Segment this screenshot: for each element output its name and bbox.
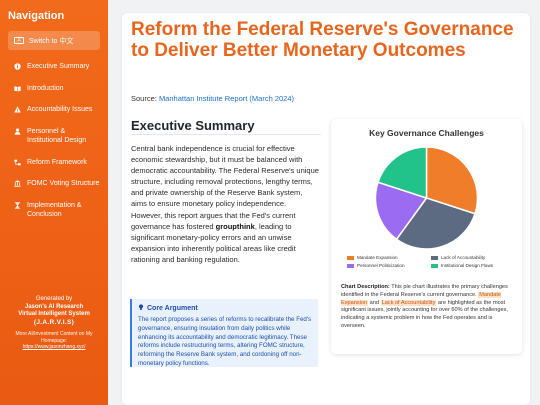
legend-swatch	[431, 255, 438, 260]
section-divider	[131, 134, 321, 135]
chart-description-label: Chart Description:	[341, 284, 390, 290]
sidebar: Navigation 文 Switch to 中文 Executive Summ…	[0, 0, 108, 405]
legend-row: Mandate Expansion Lack of Accountability	[347, 255, 517, 260]
legend-row: Personnel Politicization Institutional De…	[347, 263, 517, 268]
legend-label: Institutional Design Flaws	[441, 263, 494, 268]
legend-item[interactable]: Personnel Politicization	[347, 263, 419, 268]
network-icon	[14, 159, 21, 166]
sidebar-item-reform-framework[interactable]: Reform Framework	[8, 158, 100, 168]
sidebar-item-label: Implementation & Conclusion	[27, 201, 82, 219]
sidebar-item-personnel[interactable]: Personnel & Institutional Design	[8, 127, 100, 146]
legend-swatch	[431, 263, 438, 268]
page-title: Reform the Federal Reserve's Governance …	[131, 19, 514, 61]
language-switch-button[interactable]: 文 Switch to 中文	[8, 31, 100, 50]
legend-label: Mandate Expansion	[357, 255, 398, 260]
chart-title: Key Governance Challenges	[369, 128, 484, 138]
sidebar-item-label: Personnel & Institutional Design	[27, 127, 87, 145]
chart-description: Chart Description: This pie chart illust…	[341, 284, 513, 331]
legend-item[interactable]: Institutional Design Flaws	[431, 263, 503, 268]
bank-icon	[14, 180, 21, 187]
credits-line: Generated by	[35, 296, 73, 302]
sidebar-item-label: Executive Summary	[27, 63, 90, 70]
credits-line: Virtual Intelligent System	[18, 311, 90, 317]
core-argument-text: The report proposes a series of reforms …	[138, 316, 312, 367]
source-prefix: Source:	[131, 94, 159, 103]
lightbulb-icon	[138, 304, 144, 313]
core-argument-title: Core Argument	[147, 305, 198, 312]
body-text-bold: groupthink	[215, 221, 255, 231]
source-link[interactable]: Manhattan Institute Report (March 2024)	[159, 94, 294, 103]
sidebar-item-fomc-voting[interactable]: FOMC Voting Structure	[8, 179, 100, 189]
sidebar-item-implementation[interactable]: Implementation & Conclusion	[8, 201, 100, 220]
chart-description-text: and	[368, 299, 381, 306]
pie-chart	[374, 146, 479, 250]
highlight-lack-of-accountability: Lack of Accountability	[380, 299, 437, 306]
legend-swatch	[347, 263, 354, 268]
sidebar-item-label: Reform Framework	[27, 158, 87, 166]
homepage-link[interactable]: https://www.jasonzhang.xyz/	[6, 344, 102, 352]
language-icon: 文	[14, 37, 24, 44]
person-icon	[14, 127, 21, 135]
body-text-part: Central bank independence is crucial for…	[131, 144, 319, 231]
sidebar-item-introduction[interactable]: Introduction	[8, 84, 100, 94]
sidebar-item-label: Introduction	[27, 84, 64, 92]
info-icon	[14, 63, 21, 70]
section-title: Executive Summary	[131, 118, 255, 133]
source-line: Source: Manhattan Institute Report (Marc…	[131, 94, 294, 103]
credits: Generated by Jason's AI Research Virtual…	[6, 296, 102, 352]
legend-item[interactable]: Mandate Expansion	[347, 255, 419, 260]
chart-legend: Mandate Expansion Lack of Accountability P…	[347, 255, 517, 271]
sidebar-item-label: Accountability Issues	[27, 106, 93, 113]
book-icon	[14, 85, 21, 92]
legend-swatch	[347, 255, 354, 260]
credits-jarvis: (J.A.R.V.I.S)	[33, 318, 75, 326]
executive-summary-text: Central bank independence is crucial for…	[131, 143, 319, 265]
sidebar-item-accountability-issues[interactable]: Accountability Issues	[8, 105, 100, 115]
core-argument-header: Core Argument	[138, 304, 312, 313]
sidebar-item-executive-summary[interactable]: Executive Summary	[8, 62, 100, 72]
legend-label: Personnel Politicization	[357, 263, 405, 268]
legend-label: Lack of Accountability	[441, 255, 486, 260]
warning-icon	[14, 106, 21, 113]
sidebar-item-label: FOMC Voting Structure	[27, 180, 100, 187]
legend-item[interactable]: Lack of Accountability	[431, 255, 503, 260]
hourglass-icon	[14, 201, 21, 209]
language-switch-label: Switch to 中文	[29, 37, 74, 45]
sidebar-title: Navigation	[8, 10, 65, 22]
credits-line: Jason's AI Research	[24, 303, 84, 310]
core-argument-box: Core Argument The report proposes a seri…	[130, 299, 318, 367]
credits-homepage-note: More AI/Investment Content on My Homepag…	[15, 331, 93, 344]
